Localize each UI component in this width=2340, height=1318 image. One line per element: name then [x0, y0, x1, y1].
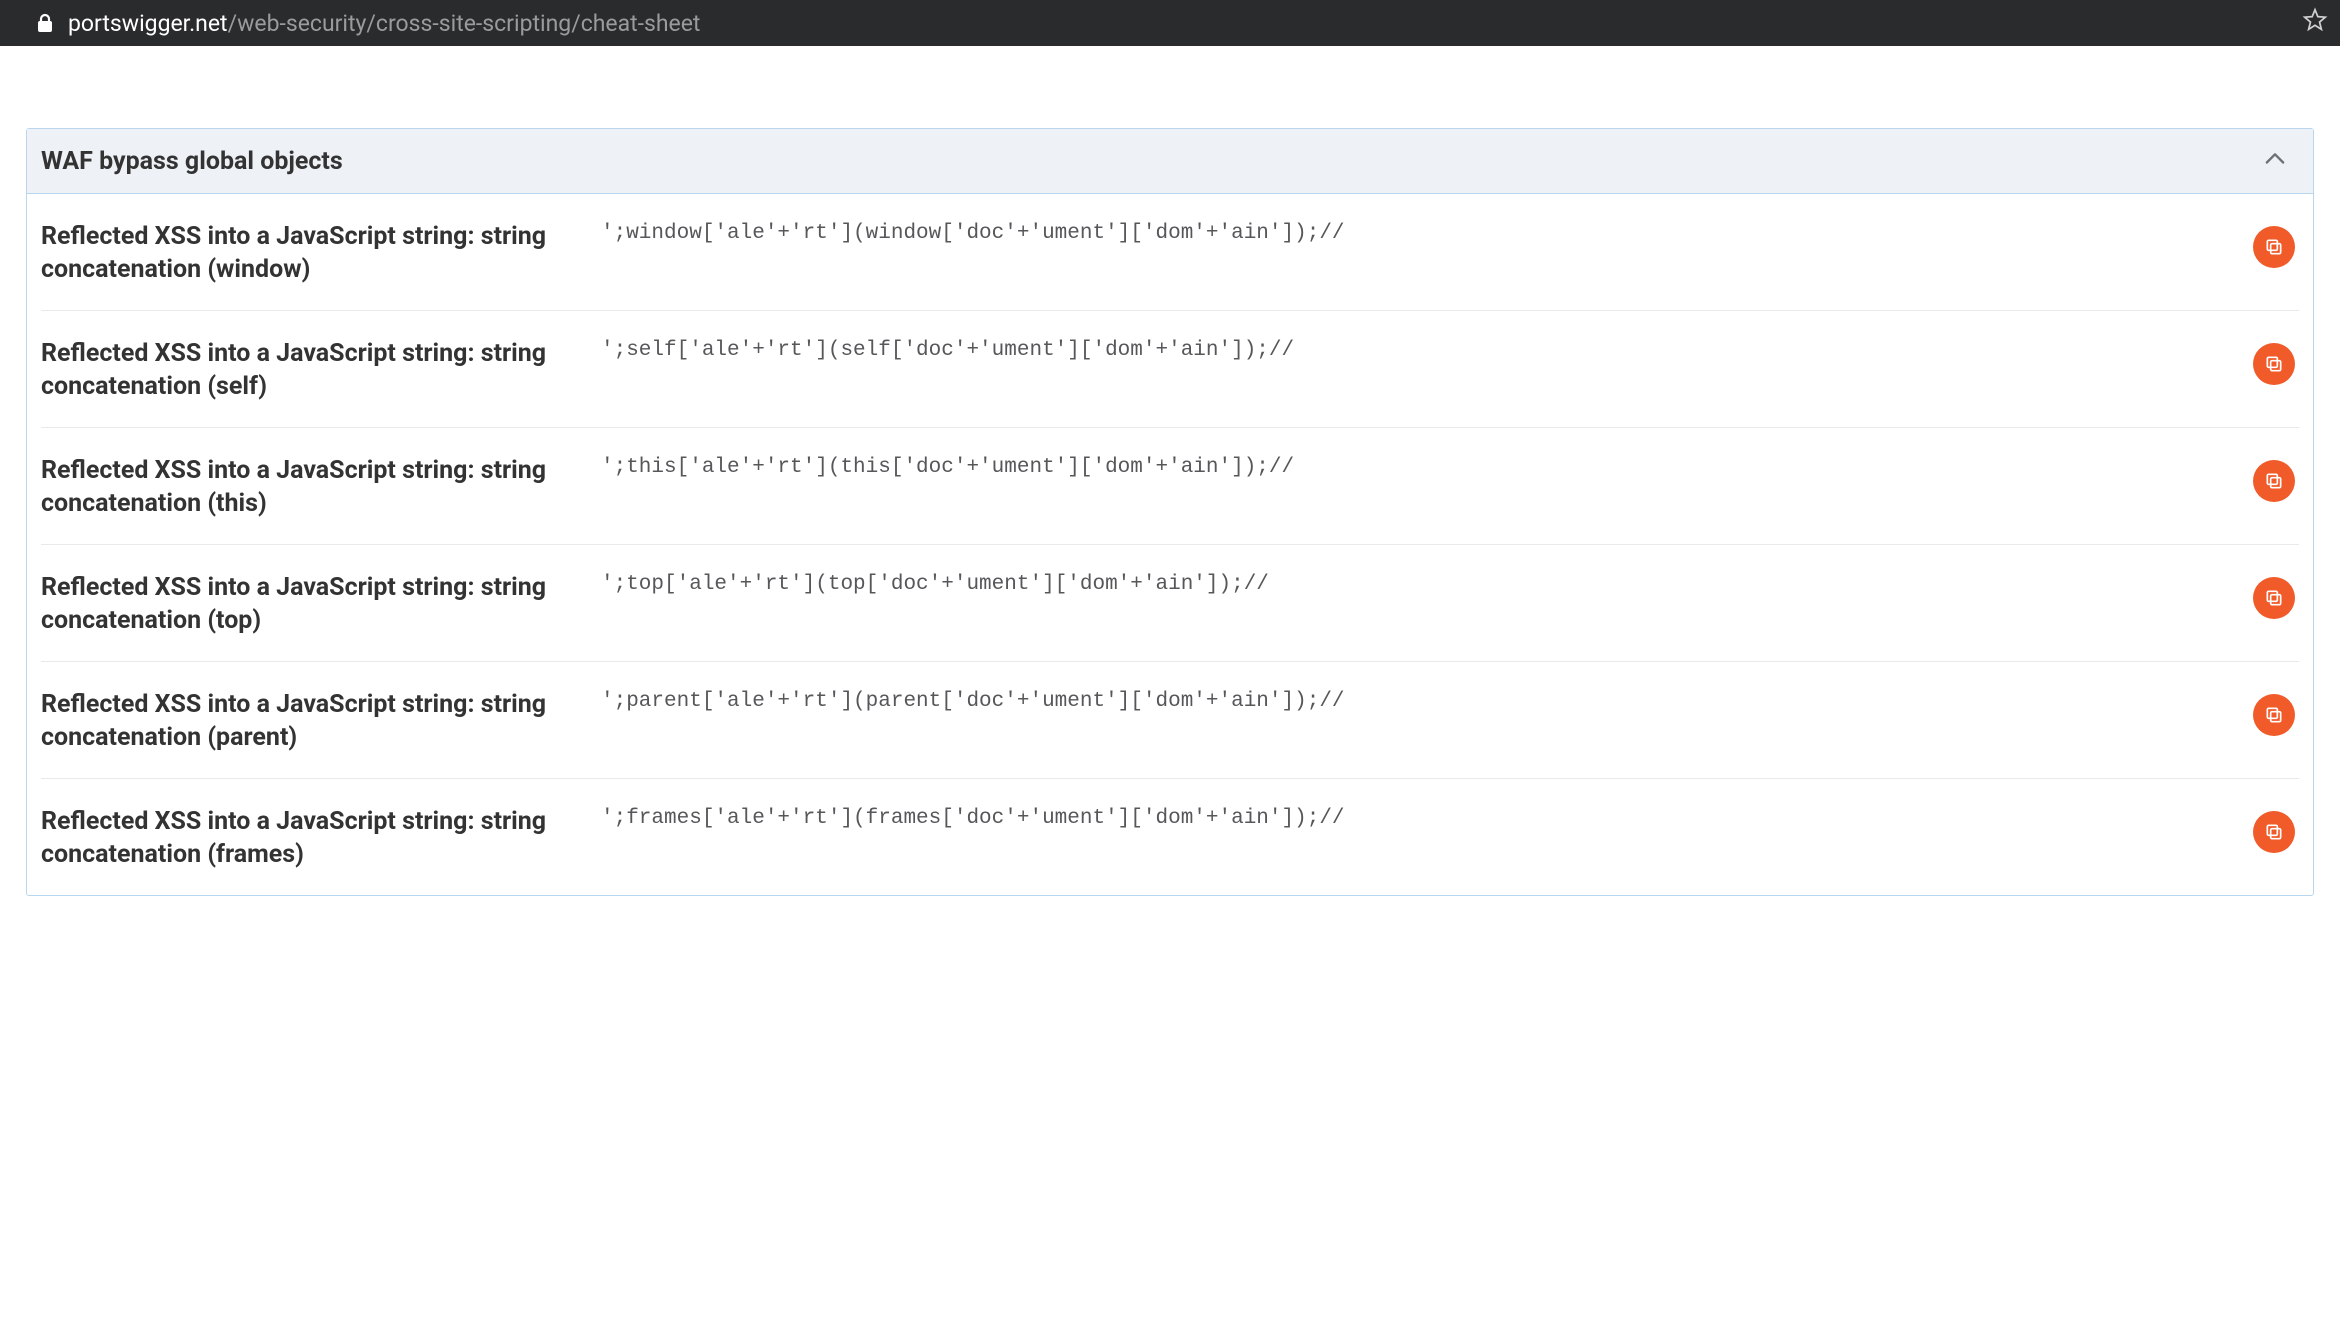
- copy-button[interactable]: [2253, 226, 2295, 268]
- lock-icon: [36, 13, 54, 33]
- entry-title: Reflected XSS into a JavaScript string: …: [41, 220, 581, 286]
- copy-button[interactable]: [2253, 343, 2295, 385]
- entry-code: ';top['ale'+'rt'](top['doc'+'ument']['do…: [601, 571, 2233, 596]
- entry-row: Reflected XSS into a JavaScript string: …: [41, 545, 2299, 662]
- entry-code: ';self['ale'+'rt'](self['doc'+'ument']['…: [601, 337, 2233, 362]
- entry-code: ';this['ale'+'rt'](this['doc'+'ument']['…: [601, 454, 2233, 479]
- copy-button[interactable]: [2253, 577, 2295, 619]
- copy-button[interactable]: [2253, 811, 2295, 853]
- section-title: WAF bypass global objects: [41, 147, 343, 176]
- copy-button[interactable]: [2253, 460, 2295, 502]
- entry-title: Reflected XSS into a JavaScript string: …: [41, 805, 581, 871]
- copy-button[interactable]: [2253, 694, 2295, 736]
- star-icon[interactable]: [2302, 7, 2328, 39]
- copy-icon: [2264, 588, 2284, 608]
- chevron-up-icon: [2261, 145, 2289, 177]
- entry-title: Reflected XSS into a JavaScript string: …: [41, 571, 581, 637]
- section-body: Reflected XSS into a JavaScript string: …: [27, 194, 2313, 895]
- section-waf-bypass: WAF bypass global objects Reflected XSS …: [26, 128, 2314, 896]
- entry-row: Reflected XSS into a JavaScript string: …: [41, 311, 2299, 428]
- copy-icon: [2264, 822, 2284, 842]
- entry-row: Reflected XSS into a JavaScript string: …: [41, 779, 2299, 895]
- entry-code: ';frames['ale'+'rt'](frames['doc'+'ument…: [601, 805, 2233, 830]
- copy-icon: [2264, 705, 2284, 725]
- entry-title: Reflected XSS into a JavaScript string: …: [41, 454, 581, 520]
- entry-code: ';window['ale'+'rt'](window['doc'+'ument…: [601, 220, 2233, 245]
- copy-icon: [2264, 471, 2284, 491]
- entry-title: Reflected XSS into a JavaScript string: …: [41, 688, 581, 754]
- url-text: portswigger.net/web-security/cross-site-…: [68, 10, 700, 37]
- entry-title: Reflected XSS into a JavaScript string: …: [41, 337, 581, 403]
- entry-row: Reflected XSS into a JavaScript string: …: [41, 662, 2299, 779]
- entry-row: Reflected XSS into a JavaScript string: …: [41, 428, 2299, 545]
- url-host: portswigger.net: [68, 10, 228, 37]
- address-bar[interactable]: portswigger.net/web-security/cross-site-…: [0, 0, 2340, 46]
- entry-row: Reflected XSS into a JavaScript string: …: [41, 194, 2299, 311]
- section-header[interactable]: WAF bypass global objects: [27, 129, 2313, 194]
- page-content: WAF bypass global objects Reflected XSS …: [0, 46, 2340, 896]
- url-path: /web-security/cross-site-scripting/cheat…: [228, 10, 701, 37]
- entry-code: ';parent['ale'+'rt'](parent['doc'+'ument…: [601, 688, 2233, 713]
- copy-icon: [2264, 237, 2284, 257]
- copy-icon: [2264, 354, 2284, 374]
